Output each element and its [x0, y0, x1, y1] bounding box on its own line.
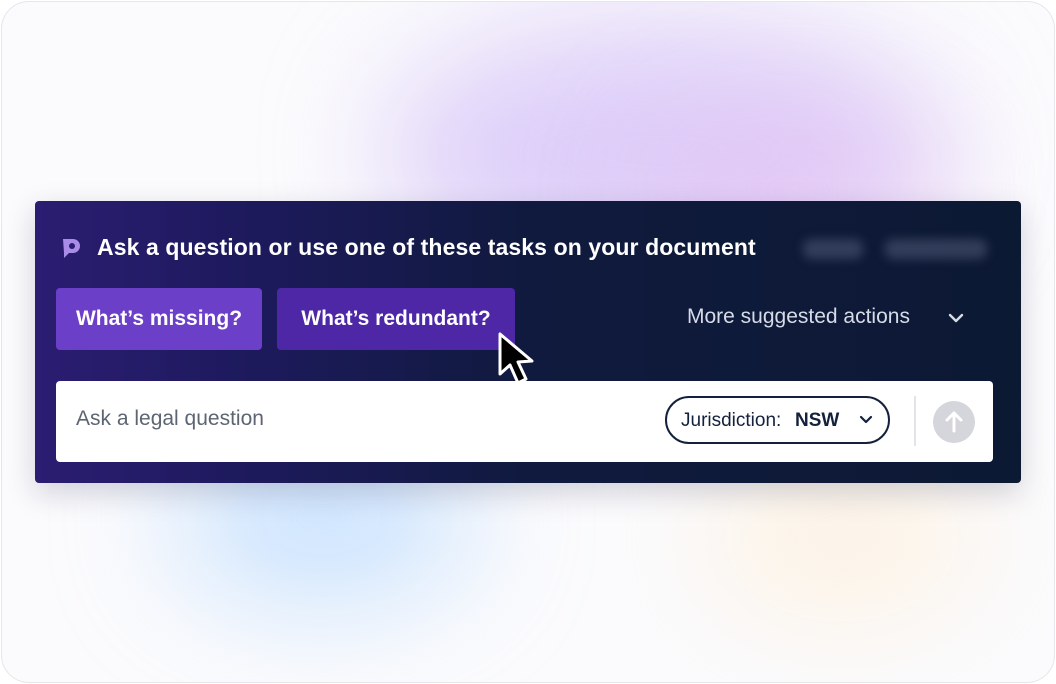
jurisdiction-select[interactable]: Jurisdiction: NSW	[665, 396, 890, 444]
p-logo-icon	[63, 239, 80, 258]
jurisdiction-value: NSW	[795, 410, 840, 431]
chevron-down-icon	[859, 415, 873, 424]
legal-question-input[interactable]	[76, 407, 636, 431]
blurred-header-item	[803, 239, 863, 259]
panel-title: Ask a question or use one of these tasks…	[97, 234, 756, 260]
chevron-down-icon[interactable]	[947, 311, 965, 325]
arrow-up-icon	[945, 411, 963, 433]
jurisdiction-label: Jurisdiction:	[681, 410, 782, 431]
divider	[914, 396, 916, 446]
send-button[interactable]	[933, 401, 975, 443]
whats-missing-button[interactable]: What’s missing?	[56, 288, 262, 350]
question-box: Jurisdiction: NSW	[56, 381, 993, 462]
whats-redundant-button[interactable]: What’s redundant?	[277, 288, 515, 350]
blurred-header-item	[885, 239, 987, 259]
more-suggested-actions-button[interactable]: More suggested actions	[687, 305, 910, 329]
mouse-pointer-icon	[498, 332, 534, 385]
